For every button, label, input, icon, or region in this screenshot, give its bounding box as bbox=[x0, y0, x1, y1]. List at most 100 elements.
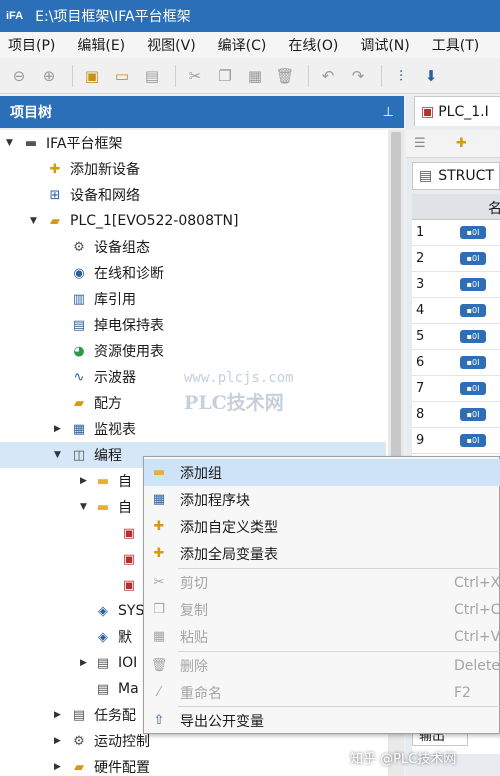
menu-online[interactable]: 在线(O) bbox=[280, 35, 346, 55]
indent-icon[interactable]: ☰ bbox=[414, 136, 426, 151]
collapse-arrow-icon[interactable]: ▼ bbox=[30, 216, 37, 226]
tree-item-label: 在线和诊断 bbox=[94, 266, 164, 282]
table-row[interactable]: 3 ▪0I bbox=[412, 272, 500, 298]
menu-item-add-block[interactable]: ▦ 添加程序块 bbox=[144, 486, 500, 513]
menu-project[interactable]: 项目(P) bbox=[0, 35, 63, 55]
menu-item-add-group[interactable]: ▬ 添加组 bbox=[144, 459, 500, 486]
tree-item-library[interactable]: ▥ 库引用 bbox=[0, 286, 386, 312]
table-row[interactable]: 1 ▪0I bbox=[412, 220, 500, 246]
tree-item-label: PLC_1[EVO522-0808TN] bbox=[70, 213, 239, 229]
watch-table-icon: ▦ bbox=[72, 421, 86, 437]
menu-item-label: 添加组 bbox=[180, 465, 222, 482]
menu-shortcut: Delete bbox=[454, 657, 500, 674]
add-type-icon: ✚ bbox=[153, 519, 165, 534]
tree-item-label: 任务配 bbox=[94, 708, 136, 724]
cut-icon[interactable]: ✂ bbox=[182, 63, 208, 89]
library-icon: ▥ bbox=[72, 291, 86, 307]
add-global-icon: ✚ bbox=[153, 546, 165, 561]
tree-item-plc[interactable]: ▼ ▰ PLC_1[EVO522-0808TN] bbox=[0, 208, 386, 234]
menu-item-cut[interactable]: ✂ 剪切 Ctrl+X bbox=[144, 569, 500, 596]
menu-edit[interactable]: 编辑(E) bbox=[69, 35, 133, 55]
menu-item-label: 添加全局变量表 bbox=[180, 546, 278, 563]
expand-arrow-icon[interactable]: ▶ bbox=[54, 710, 61, 720]
insert-row-icon[interactable]: ✚ bbox=[456, 136, 467, 151]
table-row[interactable]: 9 ▪0I bbox=[412, 428, 500, 454]
menu-compile[interactable]: 编译(C) bbox=[210, 35, 275, 55]
table-row[interactable]: 8 ▪0I bbox=[412, 402, 500, 428]
document-icon: ▤ bbox=[96, 681, 110, 697]
tree-item-label: 配方 bbox=[94, 396, 122, 412]
menu-item-add-global[interactable]: ✚ 添加全局变量表 bbox=[144, 540, 500, 567]
project-icon: ▬ bbox=[24, 135, 38, 151]
expand-arrow-icon[interactable]: ▶ bbox=[80, 476, 87, 486]
toolbar-separator bbox=[308, 64, 309, 87]
tree-item-label: 运动控制 bbox=[94, 734, 150, 750]
expand-arrow-icon[interactable]: ▶ bbox=[54, 424, 61, 434]
table-row[interactable]: 2 ▪0I bbox=[412, 246, 500, 272]
tree-item-retain-table[interactable]: ▤ 掉电保持表 bbox=[0, 312, 386, 338]
download-icon[interactable]: ⬇ bbox=[418, 63, 444, 89]
open-folder-icon[interactable]: ▭ bbox=[109, 63, 135, 89]
delete-icon[interactable]: 🗑 bbox=[272, 63, 298, 89]
menu-item-export[interactable]: ⇧ 导出公开变量 bbox=[144, 707, 500, 734]
copy-icon[interactable]: ❐ bbox=[212, 63, 238, 89]
row-number: 5 bbox=[416, 329, 425, 344]
scrollbar-thumb[interactable] bbox=[391, 132, 401, 462]
expand-arrow-icon[interactable]: ▶ bbox=[80, 658, 87, 668]
new-project-icon[interactable]: ▣ bbox=[79, 63, 105, 89]
context-menu: ▬ 添加组 ▦ 添加程序块 ✚ 添加自定义类型 ✚ 添加全局变量表 ✂ 剪切 C… bbox=[143, 456, 500, 734]
menu-tools[interactable]: 工具(T) bbox=[424, 35, 487, 55]
menu-item-add-type[interactable]: ✚ 添加自定义类型 bbox=[144, 513, 500, 540]
tree-item-device-config[interactable]: ⚙ 设备组态 bbox=[0, 234, 386, 260]
expand-arrow-icon[interactable]: ▶ bbox=[54, 762, 61, 772]
table-row[interactable]: 5 ▪0I bbox=[412, 324, 500, 350]
tree-item-devices-network[interactable]: ⊞ 设备和网络 bbox=[0, 182, 386, 208]
menu-item-rename[interactable]: ⁄ 重命名 F2 bbox=[144, 679, 500, 706]
menu-item-copy[interactable]: ❐ 复制 Ctrl+C bbox=[144, 596, 500, 623]
undo-icon[interactable]: ↶ bbox=[315, 63, 341, 89]
tree-item-add-device[interactable]: ✚ 添加新设备 bbox=[0, 156, 386, 182]
folder-icon: ▬ bbox=[96, 499, 110, 515]
tree-item-hw-config[interactable]: ▶ ▰ 硬件配置 bbox=[0, 754, 386, 776]
tree-item-resource-table[interactable]: ◕ 资源使用表 bbox=[0, 338, 386, 364]
tree-item-label: IFA平台框架 bbox=[46, 136, 123, 152]
variable-badge-icon: ▪0I bbox=[460, 408, 486, 421]
collapse-arrow-icon[interactable]: ▼ bbox=[54, 450, 61, 460]
tree-item-watch-table[interactable]: ▶ ▦ 监视表 bbox=[0, 416, 386, 442]
task-icon: ▤ bbox=[72, 707, 86, 723]
column-header-name: 名 bbox=[488, 201, 500, 217]
menu-shortcut: Ctrl+C bbox=[454, 601, 500, 618]
row-number: 7 bbox=[416, 381, 425, 396]
motion-icon: ⚙ bbox=[73, 733, 85, 749]
grid-header: 名 bbox=[412, 194, 500, 220]
row-number: 2 bbox=[416, 251, 425, 266]
table-row[interactable]: 6 ▪0I bbox=[412, 350, 500, 376]
tree-item-online-diag[interactable]: ◉ 在线和诊断 bbox=[0, 260, 386, 286]
menu-view[interactable]: 视图(V) bbox=[139, 35, 204, 55]
struct-label: STRUCT bbox=[438, 168, 494, 184]
forward-icon[interactable]: ⊕ bbox=[36, 63, 62, 89]
export-icon: ⇧ bbox=[153, 713, 165, 728]
editor-tab[interactable]: ▣ PLC_1.I bbox=[414, 96, 500, 126]
back-icon[interactable]: ⊖ bbox=[6, 63, 32, 89]
expand-arrow-icon[interactable]: ▶ bbox=[54, 736, 61, 746]
pin-icon[interactable]: ⊥ bbox=[383, 105, 394, 120]
tree-item-root[interactable]: ▼ ▬ IFA平台框架 bbox=[0, 130, 386, 156]
menu-item-paste[interactable]: ▦ 粘贴 Ctrl+V bbox=[144, 623, 500, 650]
variable-badge-icon: ▪0I bbox=[460, 252, 486, 265]
hardware-icon: ▰ bbox=[74, 759, 84, 775]
collapse-arrow-icon[interactable]: ▼ bbox=[6, 138, 13, 148]
save-icon[interactable]: ▤ bbox=[139, 63, 165, 89]
menu-debug[interactable]: 调试(N) bbox=[352, 35, 417, 55]
table-row[interactable]: 7 ▪0I bbox=[412, 376, 500, 402]
collapse-arrow-icon[interactable]: ▼ bbox=[80, 502, 87, 512]
tree-item-label: 自 bbox=[118, 474, 132, 490]
panel-title: 项目树 bbox=[10, 105, 52, 121]
paste-icon[interactable]: ▦ bbox=[242, 63, 268, 89]
redo-icon[interactable]: ↷ bbox=[345, 63, 371, 89]
delete-icon: 🗑 bbox=[150, 658, 168, 673]
menu-shortcut: F2 bbox=[454, 684, 471, 701]
menu-item-delete[interactable]: 🗑 删除 Delete bbox=[144, 652, 500, 679]
table-row[interactable]: 4 ▪0I bbox=[412, 298, 500, 324]
compile-icon[interactable]: ⫶ bbox=[388, 63, 414, 89]
